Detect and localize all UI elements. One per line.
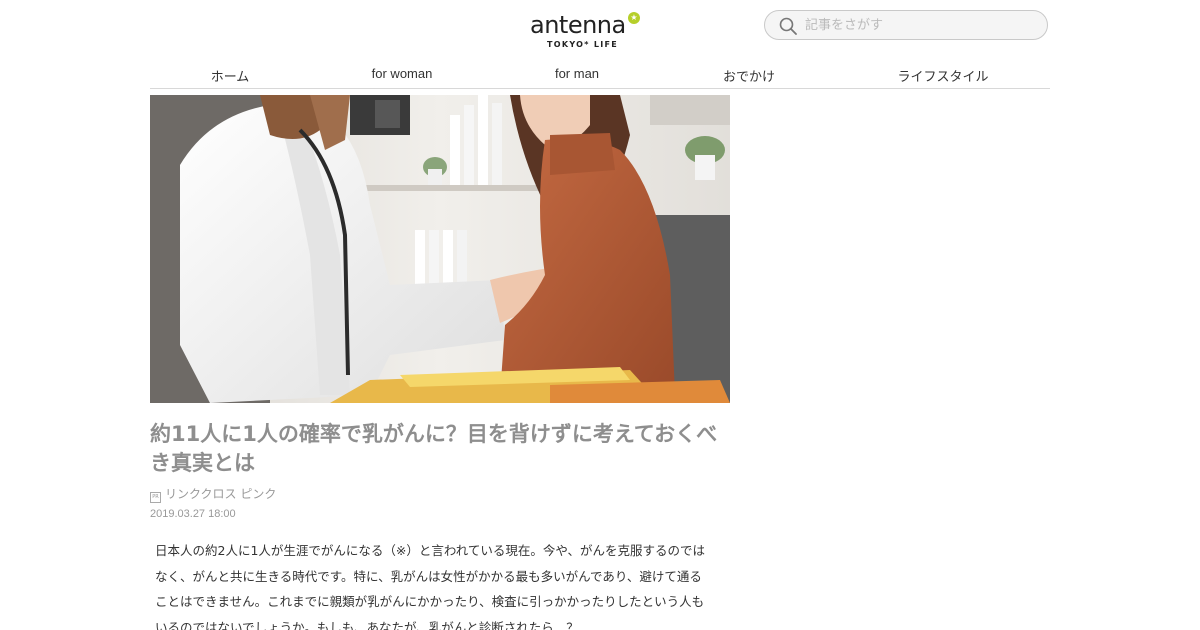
- nav-item-lifestyle[interactable]: ライフスタイル: [897, 66, 988, 85]
- main-nav: ホーム for woman for man おでかけ ライフスタイル: [150, 60, 1050, 89]
- article-title: 約11人に1人の確率で乳がんに？目を背けずに考えておくべき真実とは: [150, 422, 718, 475]
- nav-item-for-woman[interactable]: for woman: [372, 66, 433, 81]
- site-logo[interactable]: antenna ★ TOKYO* LIFE: [530, 10, 642, 54]
- author-name: リンククロス ピンク: [165, 487, 277, 501]
- search-box[interactable]: [764, 10, 1048, 40]
- hero-image: [150, 95, 730, 403]
- nav-item-odekake[interactable]: おでかけ: [723, 66, 775, 85]
- logo-wordmark: antenna: [530, 11, 626, 39]
- pr-badge: PR: [150, 492, 161, 503]
- search-input[interactable]: [805, 14, 1035, 36]
- nav-item-for-man[interactable]: for man: [555, 66, 599, 81]
- page: antenna ★ TOKYO* LIFE ホーム for woman for …: [0, 0, 1200, 630]
- article-author[interactable]: PR リンククロス ピンク: [150, 485, 277, 503]
- search-icon[interactable]: [779, 17, 797, 35]
- logo-star-icon: ★: [628, 12, 640, 24]
- article-body: 日本人の約2人に1人が生涯でがんになる（※）と言われている現在。今や、がんを克服…: [155, 543, 706, 630]
- article-date: 2019.03.27 18:00: [150, 508, 236, 520]
- logo-subtitle: TOKYO* LIFE: [547, 40, 619, 49]
- nav-item-home[interactable]: ホーム: [211, 66, 250, 85]
